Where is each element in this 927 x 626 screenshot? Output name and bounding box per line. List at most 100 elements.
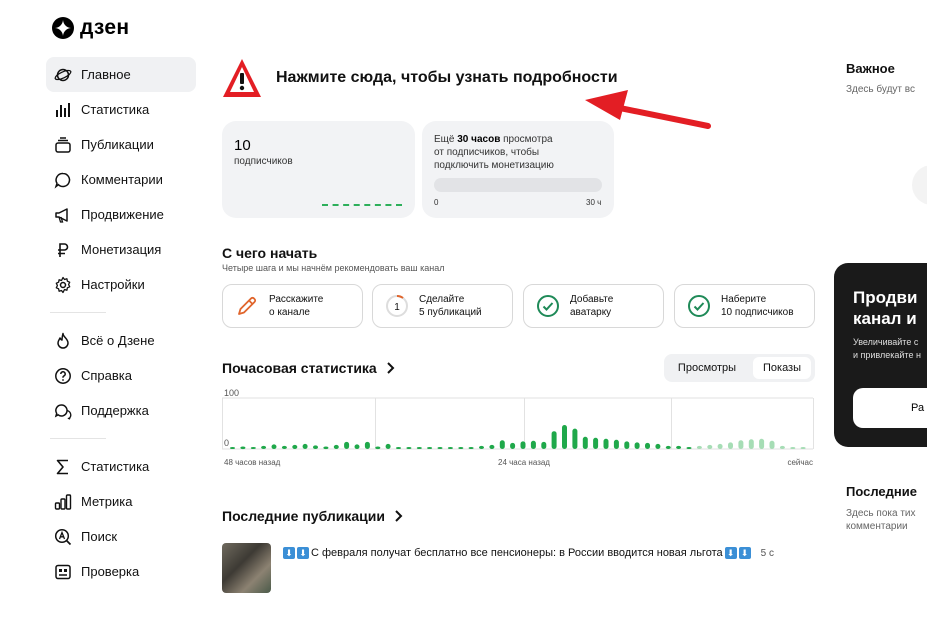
- chart-bar[interactable]: [489, 444, 495, 449]
- chart-bar[interactable]: [530, 440, 536, 449]
- recent-title-link[interactable]: Последние публикации: [222, 508, 406, 524]
- sidebar-item-about[interactable]: Всё о Дзене: [46, 323, 196, 358]
- step-label: Наберите: [721, 294, 767, 305]
- chart-bar[interactable]: [281, 445, 287, 449]
- chart-bar[interactable]: [593, 437, 599, 449]
- chart-bar[interactable]: [717, 443, 723, 449]
- promo-banner[interactable]: Продви канал и Увеличивайте си привлекайт…: [834, 263, 927, 447]
- chart-bar[interactable]: [271, 444, 277, 449]
- alert-banner[interactable]: Нажмите сюда, чтобы узнать подробности: [222, 57, 618, 99]
- step-avatar[interactable]: Добавьте аватарку: [523, 284, 664, 328]
- chart-bar[interactable]: [572, 428, 578, 449]
- planet-icon: [54, 66, 72, 84]
- sidebar-item-publications[interactable]: Публикации: [46, 127, 196, 162]
- chart-bar[interactable]: [323, 446, 329, 450]
- sidebar-item-support[interactable]: Поддержка: [46, 393, 196, 428]
- tab-impressions[interactable]: Показы: [753, 357, 811, 379]
- chart-bar[interactable]: [520, 441, 526, 449]
- y-min-label: 0: [224, 438, 229, 448]
- sidebar-item-stat-tool[interactable]: Статистика: [46, 449, 196, 484]
- chart-bar[interactable]: [769, 440, 775, 449]
- last-comments-subtitle: Здесь пока тих комментарии: [846, 508, 916, 532]
- chart-bar[interactable]: [250, 447, 256, 449]
- sidebar-item-metrika[interactable]: Метрика: [46, 484, 196, 519]
- chart-bar[interactable]: [396, 447, 401, 449]
- chart-bar[interactable]: [686, 447, 692, 449]
- promo-button[interactable]: Ра: [853, 388, 927, 428]
- step-subscribers[interactable]: Наберите 10 подписчиков: [674, 284, 815, 328]
- chart-bar[interactable]: [458, 447, 464, 449]
- chart-bar[interactable]: [790, 447, 796, 449]
- chart-bar[interactable]: [655, 443, 661, 449]
- chart-bar[interactable]: [447, 447, 453, 449]
- sidebar-item-label: Главное: [81, 67, 131, 82]
- chart-bar[interactable]: [696, 445, 702, 449]
- chart-bar[interactable]: [385, 443, 391, 449]
- chart-bar[interactable]: [261, 445, 267, 449]
- sidebar-item-monetization[interactable]: Монетизация: [46, 232, 196, 267]
- sidebar-item-check[interactable]: Проверка: [46, 554, 196, 589]
- chart-bar[interactable]: [759, 438, 765, 449]
- chart-bar[interactable]: [624, 441, 630, 449]
- chart-bar[interactable]: [240, 446, 246, 450]
- chart-bar[interactable]: [354, 444, 360, 449]
- dzen-logo[interactable]: дзен: [52, 16, 129, 40]
- chart-bar[interactable]: [738, 440, 744, 449]
- step-publications[interactable]: 1 Сделайте 5 публикаций: [372, 284, 513, 328]
- chart-bar[interactable]: [313, 445, 318, 449]
- hourly-metric-switch: Просмотры Показы: [664, 354, 815, 382]
- sidebar-item-settings[interactable]: Настройки: [46, 267, 196, 302]
- chart-bar[interactable]: [551, 431, 557, 449]
- chart-bar[interactable]: [375, 446, 381, 450]
- sidebar-item-main[interactable]: Главное: [46, 57, 196, 92]
- chart-bar[interactable]: [728, 442, 733, 449]
- sidebar-item-stats[interactable]: Статистика: [46, 92, 196, 127]
- chart-bar[interactable]: [665, 445, 671, 449]
- sidebar-divider: [50, 438, 106, 439]
- chart-bar[interactable]: [613, 439, 619, 449]
- sidebar-item-label: Статистика: [81, 102, 150, 117]
- brand-name: дзен: [80, 16, 130, 39]
- chart-bar[interactable]: [468, 447, 474, 449]
- chart-bar[interactable]: [707, 444, 713, 449]
- chart-bar[interactable]: [676, 445, 682, 449]
- subscribers-card[interactable]: 10 подписчиков: [222, 121, 415, 218]
- monetization-card[interactable]: Ещё 30 часов просмотра от подписчиков, ч…: [422, 121, 614, 218]
- chart-bar[interactable]: [499, 440, 505, 449]
- chart-bar[interactable]: [779, 445, 785, 449]
- chart-bar[interactable]: [416, 447, 422, 449]
- subscribers-count: 10: [234, 137, 251, 154]
- chart-bar[interactable]: [406, 447, 412, 449]
- publication-item[interactable]: ⬇ ⬇ С февраля получат бесплатно все пенси…: [222, 543, 774, 593]
- sidebar-item-help[interactable]: Справка: [46, 358, 196, 393]
- step-label: Добавьте: [570, 294, 614, 305]
- sidebar-item-label: Поиск: [81, 529, 118, 544]
- chart-bar[interactable]: [748, 439, 754, 449]
- tab-views[interactable]: Просмотры: [667, 357, 747, 379]
- chart-bar[interactable]: [479, 445, 484, 449]
- hourly-title-link[interactable]: Почасовая статистика: [222, 360, 398, 376]
- chart-bar[interactable]: [427, 447, 433, 449]
- chart-bar[interactable]: [437, 447, 443, 449]
- ghost-circle: [912, 165, 927, 205]
- chart-bar[interactable]: [800, 447, 806, 449]
- chart-bar[interactable]: [344, 441, 350, 449]
- chart-bar[interactable]: [510, 442, 516, 449]
- chart-bar[interactable]: [292, 444, 298, 449]
- hourly-title: Почасовая статистика: [222, 360, 377, 376]
- sidebar-item-comments[interactable]: Комментарии: [46, 162, 196, 197]
- chart-bar[interactable]: [302, 443, 308, 449]
- chart-bar[interactable]: [364, 441, 370, 449]
- sidebar-item-search[interactable]: Поиск: [46, 519, 196, 554]
- chart-bar[interactable]: [562, 425, 567, 449]
- chart-bar[interactable]: [582, 436, 588, 449]
- chart-bar[interactable]: [333, 444, 339, 449]
- chart-bar[interactable]: [634, 442, 640, 449]
- chart-bar[interactable]: [230, 447, 235, 449]
- step-about-channel[interactable]: Расскажите о канале: [222, 284, 363, 328]
- start-title: С чего начать: [222, 245, 318, 261]
- sidebar-item-promotion[interactable]: Продвижение: [46, 197, 196, 232]
- chart-bar[interactable]: [645, 442, 650, 449]
- chart-bar[interactable]: [541, 441, 547, 449]
- chart-bar[interactable]: [603, 438, 609, 449]
